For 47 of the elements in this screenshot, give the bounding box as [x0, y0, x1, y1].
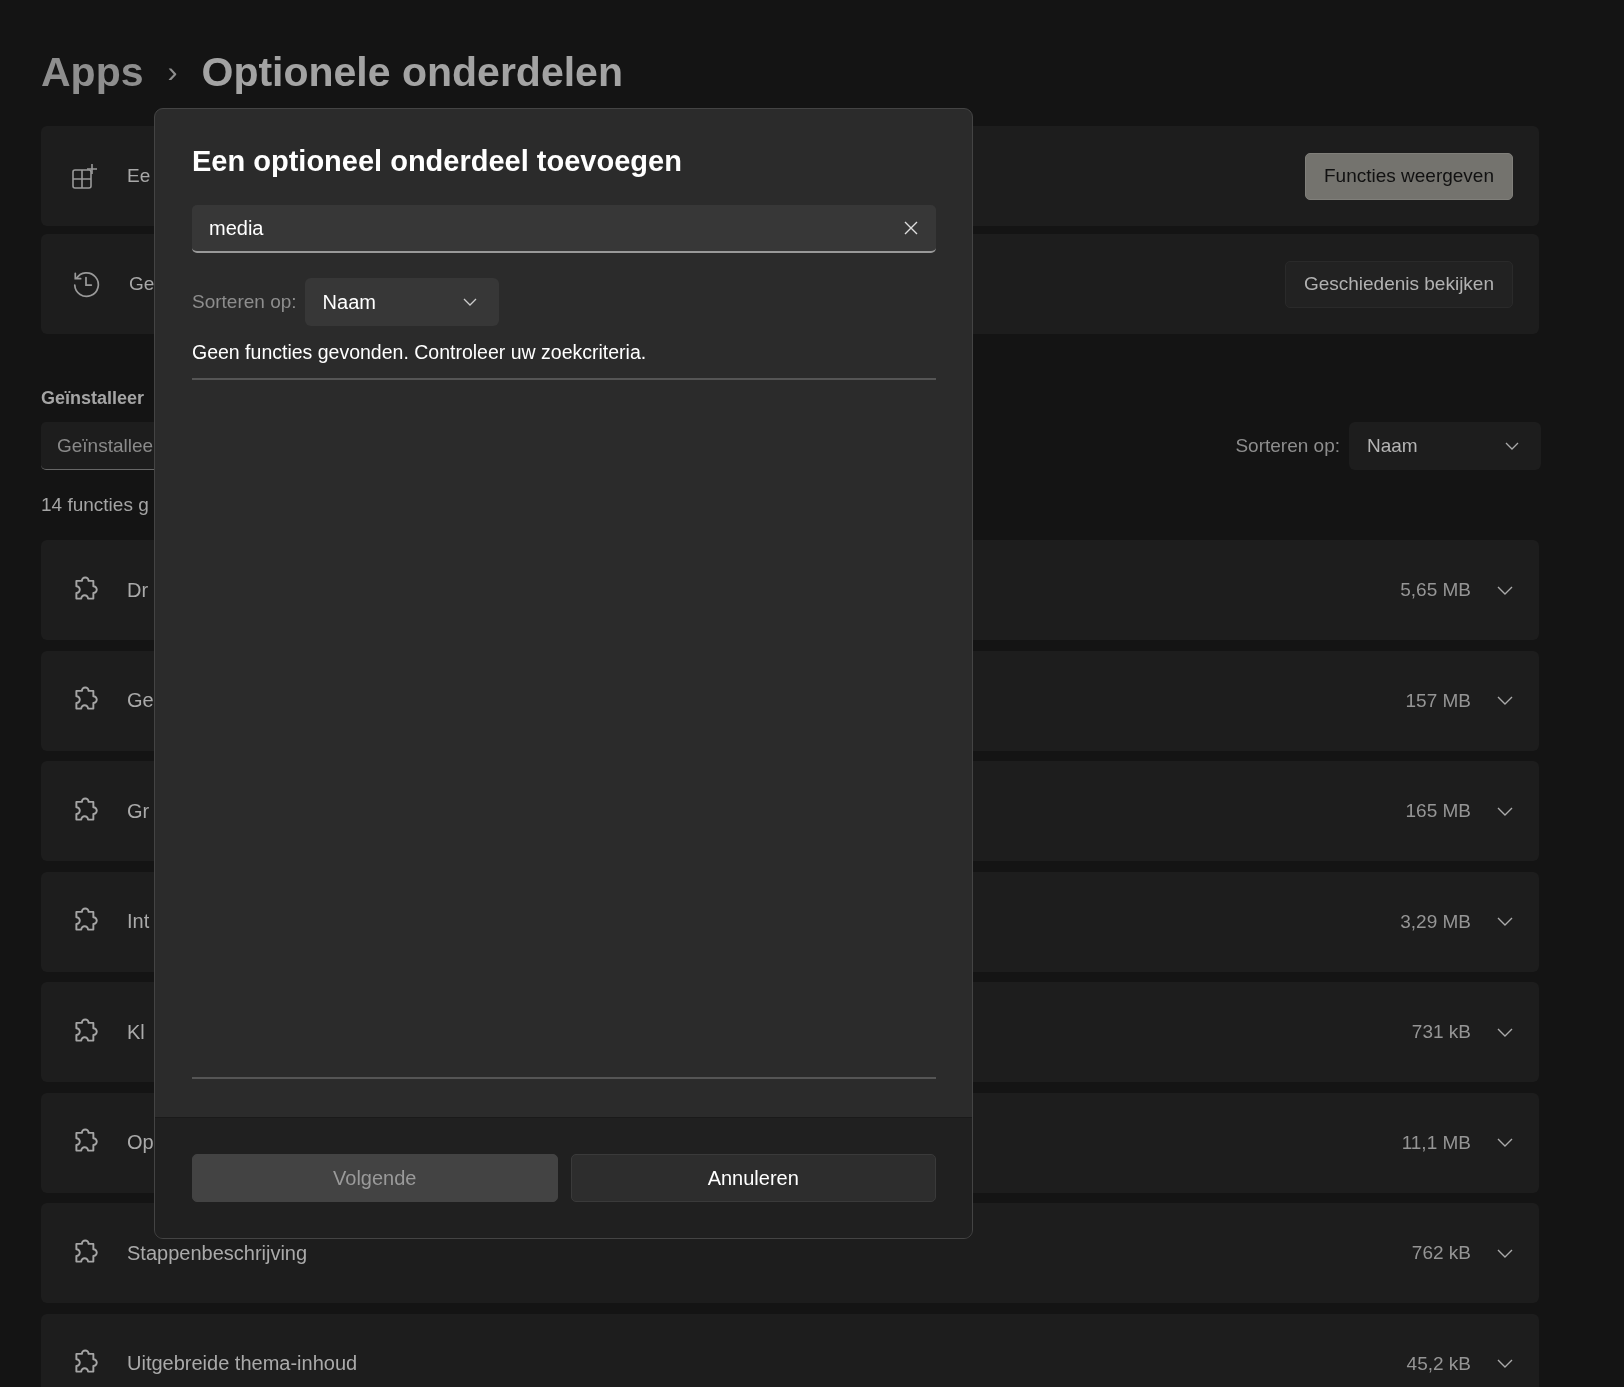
add-apps-icon: [71, 162, 99, 190]
breadcrumb-separator: ›: [167, 55, 178, 89]
chevron-down-icon: [1497, 1027, 1513, 1037]
chevron-down-icon: [1497, 1248, 1513, 1258]
chevron-down-icon: [1497, 1138, 1513, 1147]
sort-label: Sorteren op:: [192, 291, 297, 313]
sort-dropdown[interactable]: Naam: [304, 278, 499, 326]
feature-name: Uitgebreide thema-inhoud: [127, 1352, 359, 1375]
action-label: Ee: [127, 165, 152, 187]
history-icon: [71, 269, 101, 299]
feature-size: 3,29 MB: [1400, 910, 1471, 933]
action-label: Ge: [129, 273, 156, 295]
action-button[interactable]: Geschiedenis bekijken: [1284, 260, 1513, 308]
chevron-down-icon: [1497, 917, 1513, 926]
feature-name: Op: [127, 1131, 155, 1154]
close-icon[interactable]: [904, 221, 918, 235]
feature-size: 5,65 MB: [1400, 579, 1471, 601]
feature-size: 11,1 MB: [1401, 1131, 1471, 1154]
dialog-button[interactable]: Annuleren: [570, 1154, 936, 1202]
feature-name: Ge: [127, 689, 155, 712]
section-heading: Geïnstalleer: [41, 388, 146, 409]
chevron-down-icon: [1497, 1359, 1513, 1368]
chevron-down-icon: [1497, 585, 1513, 595]
sort-label: Sorteren op:: [1235, 435, 1340, 457]
chevron-down-icon: [1505, 442, 1519, 450]
empty-message: Geen functies gevonden. Controleer uw zoekcriteria.: [192, 341, 936, 380]
feature-name: Int: [127, 910, 151, 933]
feature-name: Dr: [127, 578, 150, 602]
feature-name: Gr: [127, 799, 151, 823]
feature-size: 731 kB: [1411, 1021, 1471, 1043]
feature-name: Kl: [127, 1020, 146, 1044]
sort-dropdown[interactable]: Naam: [1349, 422, 1541, 470]
action-button[interactable]: Functies weergeven: [1304, 152, 1513, 200]
page-title: Optionele onderdelen: [201, 48, 623, 96]
feature-name: Stappenbeschrijving: [127, 1241, 309, 1265]
chevron-down-icon: [1497, 696, 1513, 705]
feature-count: 14 functies g: [41, 494, 150, 517]
feature-size: 762 kB: [1411, 1242, 1471, 1264]
chevron-down-icon: [1497, 806, 1513, 816]
dialog-title: Een optioneel onderdeel toevoegen: [192, 145, 683, 179]
breadcrumb-link[interactable]: Apps: [41, 48, 144, 96]
feature-size: 45,2 kB: [1406, 1352, 1471, 1375]
chevron-down-icon: [462, 298, 477, 306]
feature-size: 157 MB: [1405, 689, 1471, 712]
feature-size: 165 MB: [1405, 800, 1471, 822]
feature-row[interactable]: Uitgebreide thema-inhoud 45,2 kB: [41, 1313, 1539, 1387]
search-field[interactable]: media: [192, 205, 936, 253]
